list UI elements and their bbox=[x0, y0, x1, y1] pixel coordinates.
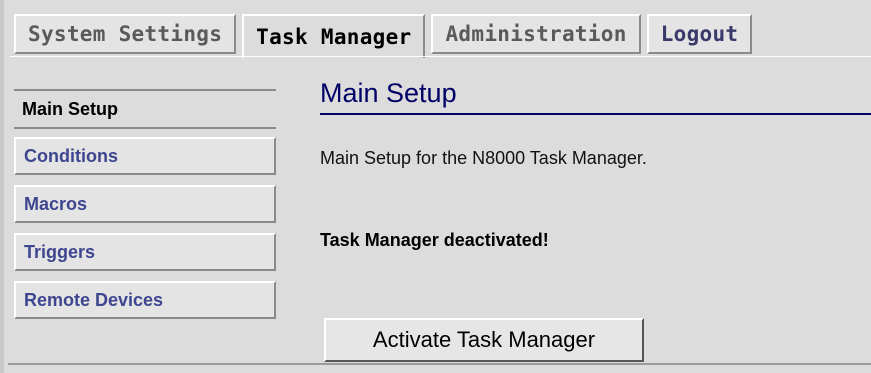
main-content: Main Setup Main Setup for the N8000 Task… bbox=[320, 78, 871, 362]
activate-task-manager-button[interactable]: Activate Task Manager bbox=[324, 318, 644, 362]
tab-task-manager[interactable]: Task Manager bbox=[242, 14, 426, 58]
top-tab-bar: System Settings Task Manager Administrat… bbox=[14, 14, 753, 58]
status-message: Task Manager deactivated! bbox=[320, 230, 549, 250]
tab-divider bbox=[10, 56, 871, 57]
page-description: Main Setup for the N8000 Task Manager. bbox=[320, 148, 647, 168]
sidebar-item-remote-devices[interactable]: Remote Devices bbox=[14, 281, 276, 319]
tab-administration[interactable]: Administration bbox=[431, 14, 641, 54]
sidebar-item-main-setup[interactable]: Main Setup bbox=[14, 89, 276, 129]
app-frame: System Settings Task Manager Administrat… bbox=[0, 0, 871, 373]
tab-logout[interactable]: Logout bbox=[646, 14, 753, 54]
sidebar-item-triggers[interactable]: Triggers bbox=[14, 233, 276, 271]
sidebar: Main Setup Conditions Macros Triggers Re… bbox=[14, 89, 276, 329]
sidebar-item-conditions[interactable]: Conditions bbox=[14, 137, 276, 175]
page-title: Main Setup bbox=[320, 78, 871, 115]
sidebar-item-macros[interactable]: Macros bbox=[14, 185, 276, 223]
bottom-divider bbox=[8, 363, 871, 365]
tab-system-settings[interactable]: System Settings bbox=[14, 14, 237, 54]
